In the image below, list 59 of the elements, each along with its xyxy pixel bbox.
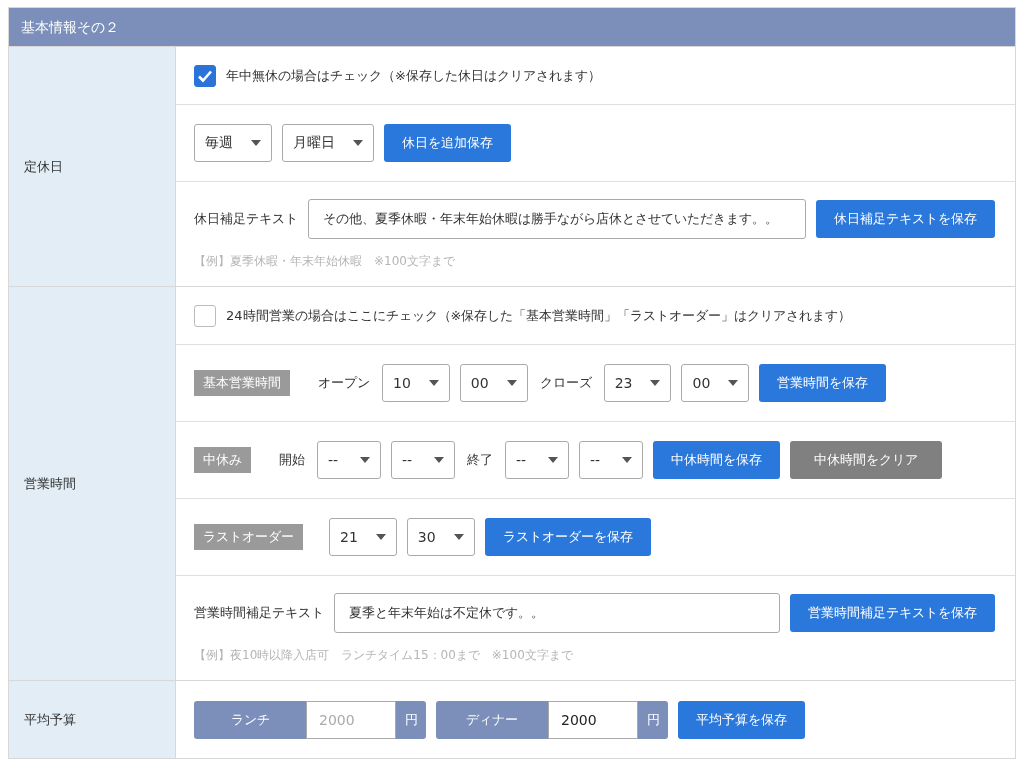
select-field[interactable]: 23 xyxy=(603,364,672,402)
field-label: 休日補足テキスト xyxy=(194,209,298,228)
checkbox[interactable] xyxy=(194,64,216,87)
row-label: 営業時間 xyxy=(9,287,176,680)
field-tag: 中休み xyxy=(194,447,251,473)
hint-text: 【例】夏季休暇・年末年始休暇 ※100文字まで xyxy=(194,252,456,270)
checkbox[interactable] xyxy=(194,304,216,327)
select-field[interactable]: 毎週 xyxy=(194,124,272,162)
budget-label: ランチ xyxy=(194,700,306,739)
checkbox-label: 年中無休の場合はチェック（※保存した休日はクリアされます） xyxy=(226,66,601,85)
hint-text: 【例】夜10時以降入店可 ランチタイム15：00まで ※100文字まで xyxy=(194,646,574,664)
save-button[interactable]: 営業時間を保存 xyxy=(759,364,887,402)
caret-icon xyxy=(728,380,739,386)
select-field[interactable]: 10 xyxy=(382,364,450,402)
checkbox-label: 24時間営業の場合はここにチェック（※保存した「基本営業時間」「ラストオーダー」はクリアされます） xyxy=(226,306,852,325)
select-field[interactable]: -- xyxy=(505,441,569,479)
select-field[interactable]: 00 xyxy=(459,364,528,402)
budget-input[interactable]: 2000 xyxy=(548,700,638,739)
select-field[interactable]: 30 xyxy=(406,518,475,556)
caret-icon xyxy=(434,457,444,463)
caret-icon xyxy=(251,140,261,146)
save-button[interactable]: 営業時間補足テキストを保存 xyxy=(790,593,995,632)
select-field[interactable]: 21 xyxy=(329,518,397,556)
select-field[interactable]: 00 xyxy=(681,364,750,402)
unit-label: 円 xyxy=(638,700,668,739)
save-button[interactable]: 平均予算を保存 xyxy=(678,700,805,739)
field-label: 営業時間補足テキスト xyxy=(194,603,324,622)
save-button[interactable]: 休日補足テキストを保存 xyxy=(816,199,995,238)
caret-icon xyxy=(453,534,464,540)
select-field[interactable]: 月曜日 xyxy=(282,124,374,162)
save-button[interactable]: ラストオーダーを保存 xyxy=(484,518,651,556)
select-field[interactable]: -- xyxy=(579,441,643,479)
unit-label: 円 xyxy=(396,700,426,739)
row-label: 定休日 xyxy=(9,47,176,286)
budget-label: ディナー xyxy=(436,700,548,739)
field-tag: 基本営業時間 xyxy=(194,370,290,396)
caret-icon xyxy=(360,457,370,463)
caret-icon xyxy=(650,380,661,386)
text-input[interactable]: 夏季と年末年始は不定休です。。 xyxy=(334,592,780,633)
field-label: 開始 xyxy=(279,451,305,469)
select-field[interactable]: -- xyxy=(317,441,381,479)
caret-icon xyxy=(506,380,517,386)
save-button[interactable]: 中休時間を保存 xyxy=(653,441,780,479)
field-label: クローズ xyxy=(539,374,592,392)
text-input[interactable]: その他、夏季休暇・年末年始休暇は勝手ながら店休とさせていただきます。。 xyxy=(308,198,806,239)
field-label: オープン xyxy=(318,374,370,392)
caret-icon xyxy=(548,457,558,463)
field-tag: ラストオーダー xyxy=(194,524,303,550)
save-button[interactable]: 休日を追加保存 xyxy=(384,124,511,162)
select-field[interactable]: -- xyxy=(391,441,455,479)
caret-icon xyxy=(622,457,632,463)
caret-icon xyxy=(375,534,386,540)
caret-icon xyxy=(353,140,363,146)
budget-input[interactable]: 2000 xyxy=(306,700,396,739)
caret-icon xyxy=(428,380,439,386)
field-label: 終了 xyxy=(467,451,493,469)
clear-button[interactable]: 中休時間をクリア xyxy=(790,441,942,479)
row-label: 平均予算 xyxy=(9,681,176,758)
section-header: 基本情報その２ xyxy=(9,8,1015,46)
